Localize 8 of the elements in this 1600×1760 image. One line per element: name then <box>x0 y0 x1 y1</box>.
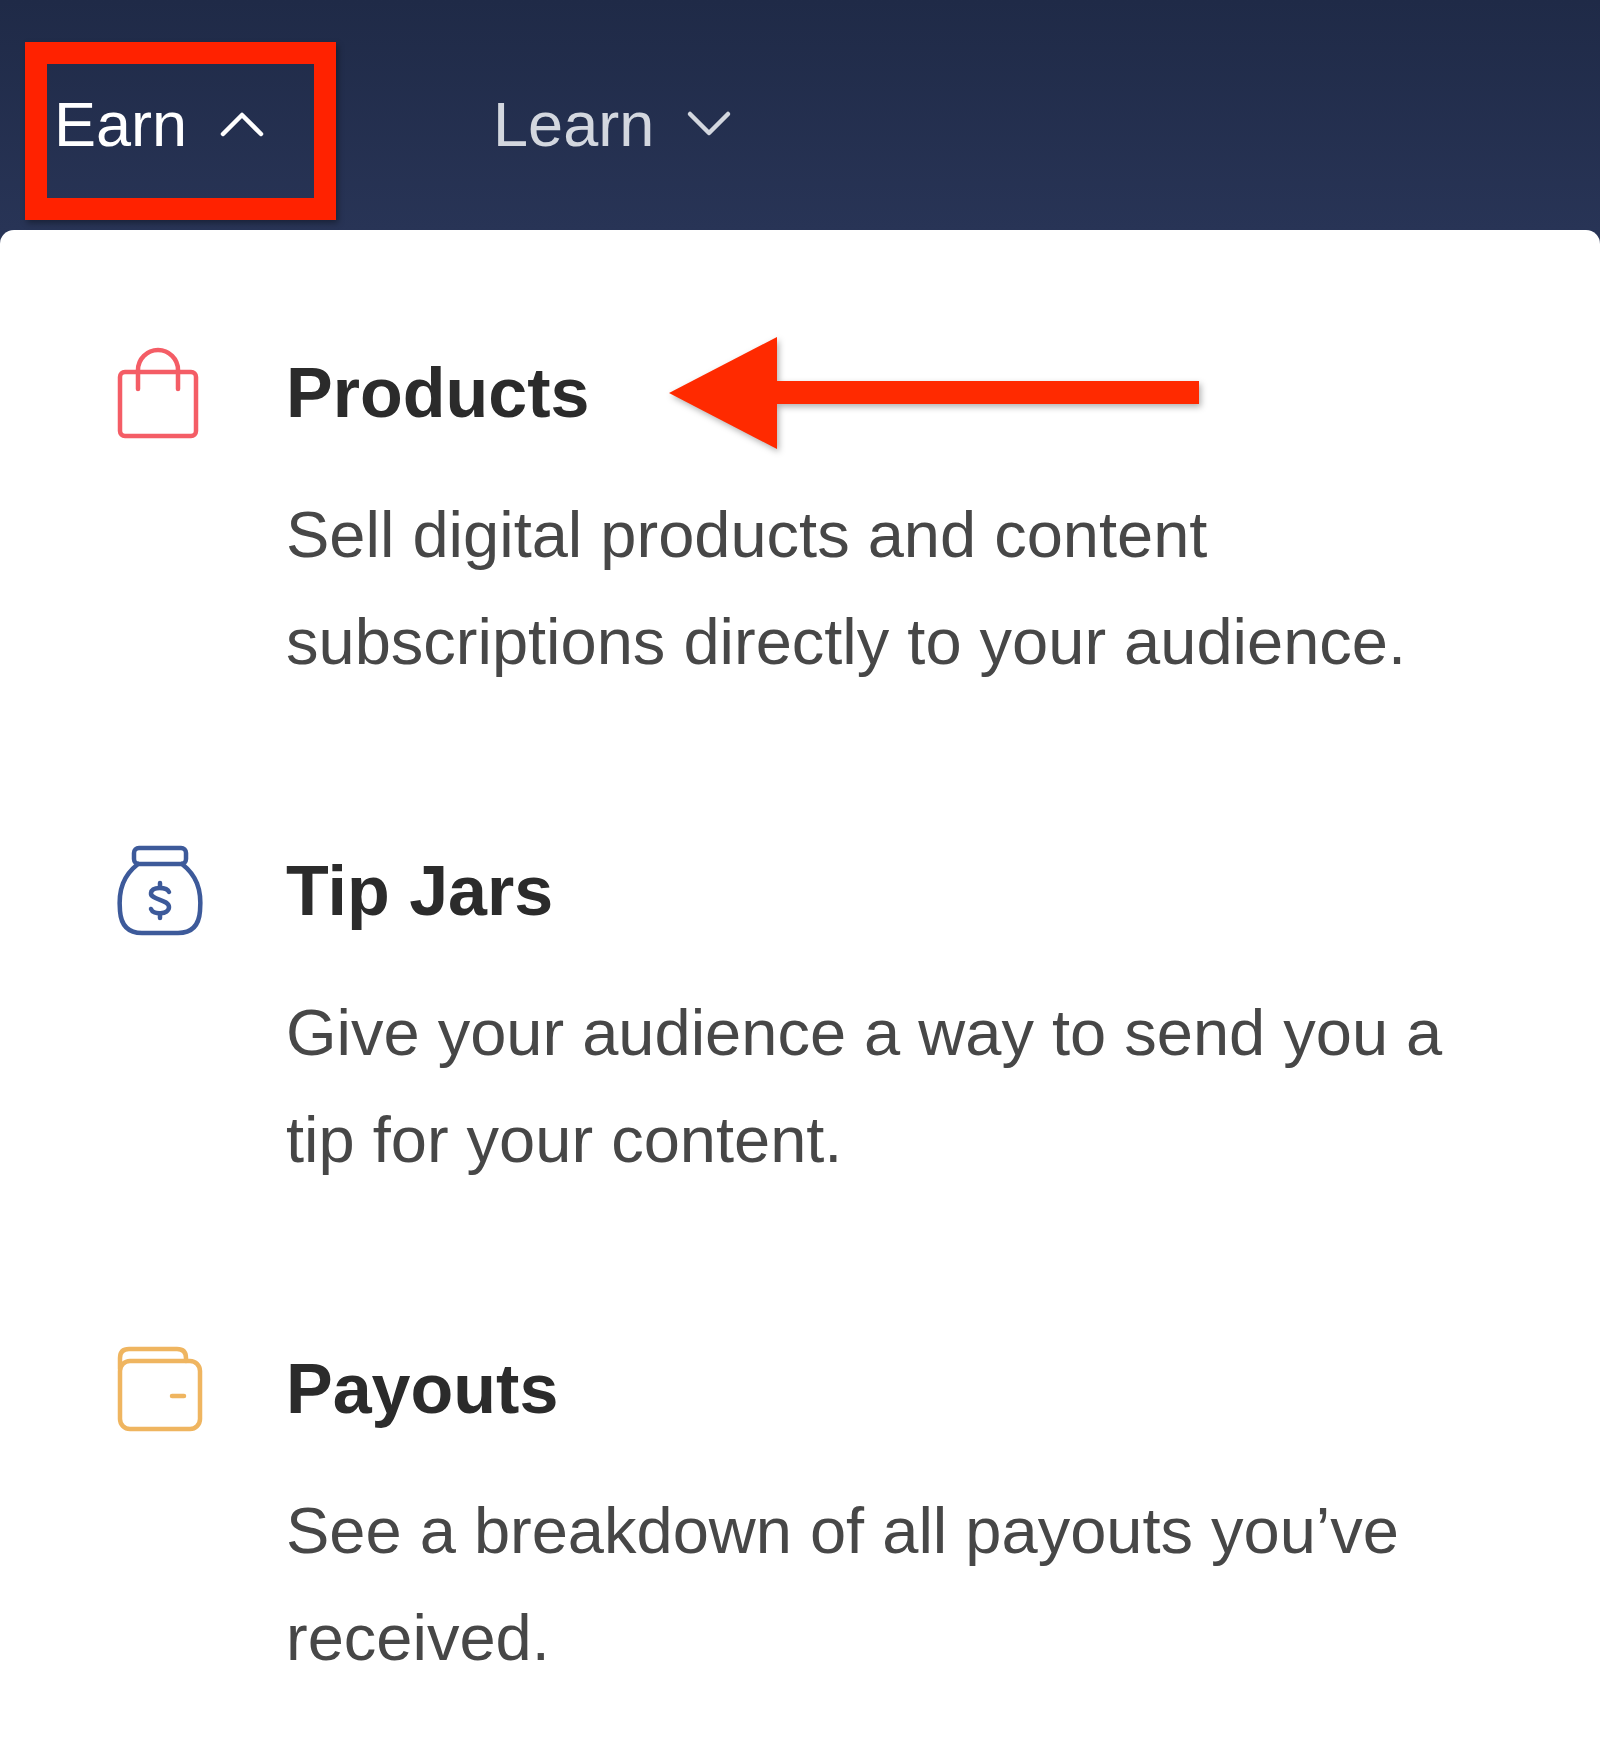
menu-link[interactable]: Tip Jars <box>286 847 554 935</box>
nav-menu-button[interactable]: Learn <box>493 86 733 162</box>
menu-description: Give your audience a way to send you a tip for your content. <box>286 995 1444 1178</box>
menu-link[interactable]: Payouts <box>286 1345 559 1433</box>
menu-description: See a breakdown of all payouts you’ve received. <box>286 1493 1400 1676</box>
menu-description: Sell digital products and content subscriptions directly to your audience. <box>286 497 1407 680</box>
nav-menu-button[interactable]: Earn <box>54 86 266 162</box>
menu-link[interactable]: Products <box>286 349 590 437</box>
